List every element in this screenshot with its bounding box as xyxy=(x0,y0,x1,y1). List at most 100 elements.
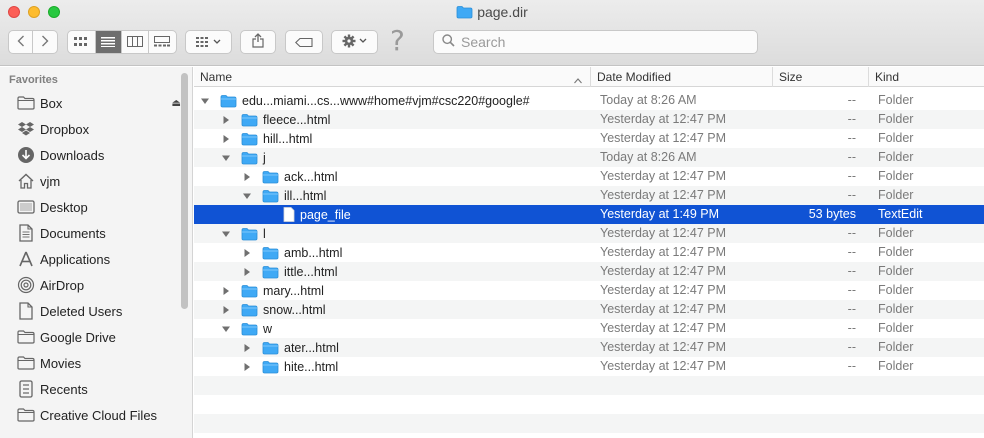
sidebar-item-google-drive[interactable]: Google Drive xyxy=(17,325,177,349)
folder-icon xyxy=(17,354,35,372)
disclosure-expanded-icon[interactable] xyxy=(221,228,231,238)
group-by-button[interactable] xyxy=(185,30,232,54)
name-cell: fleece...html xyxy=(241,110,330,129)
sidebar-item-downloads[interactable]: Downloads xyxy=(17,143,177,167)
disclosure-collapsed-icon[interactable] xyxy=(221,285,231,295)
table-row[interactable]: ill...html Yesterday at 12:47 PM -- Folder xyxy=(194,186,984,205)
file-name: mary...html xyxy=(263,283,324,298)
disclosure-collapsed-icon[interactable] xyxy=(242,266,252,276)
column-date-modified[interactable]: Date Modified xyxy=(590,67,772,87)
table-row[interactable]: fleece...html Yesterday at 12:47 PM -- Fold… xyxy=(194,110,984,129)
table-row[interactable]: w Yesterday at 12:47 PM -- Folder xyxy=(194,319,984,338)
tag-button[interactable] xyxy=(285,30,323,54)
sidebar-item-creative-cloud-files[interactable]: Creative Cloud Files xyxy=(17,403,177,427)
table-row[interactable]: ack...html Yesterday at 12:47 PM -- Folder xyxy=(194,167,984,186)
file-size: -- xyxy=(847,264,856,278)
disclosure-expanded-icon[interactable] xyxy=(200,95,210,105)
sidebar-scrollbar[interactable] xyxy=(181,73,188,309)
column-name[interactable]: Name xyxy=(194,67,590,87)
table-row[interactable]: hite...html Yesterday at 12:47 PM -- Folder xyxy=(194,357,984,376)
table-row[interactable]: mary...html Yesterday at 12:47 PM -- Folder xyxy=(194,281,984,300)
sidebar: Favorites Box ⏏ Dropbox Downloads vjm De… xyxy=(0,67,193,438)
column-kind[interactable]: Kind xyxy=(868,67,984,87)
empty-row xyxy=(194,376,984,395)
table-row[interactable]: amb...html Yesterday at 12:47 PM -- Folder xyxy=(194,243,984,262)
applications-icon xyxy=(17,250,35,268)
help-icon[interactable]: ? xyxy=(390,24,405,57)
folder-icon xyxy=(241,284,258,298)
table-row[interactable]: ater...html Yesterday at 12:47 PM -- Folder xyxy=(194,338,984,357)
gallery-view-button[interactable] xyxy=(149,31,176,53)
download-icon xyxy=(17,146,35,164)
file-name: ater...html xyxy=(284,340,339,355)
sidebar-item-deleted-users[interactable]: Deleted Users xyxy=(17,299,177,323)
table-row[interactable]: snow...html Yesterday at 12:47 PM -- Folder xyxy=(194,300,984,319)
sidebar-item-desktop[interactable]: Desktop xyxy=(17,195,177,219)
table-row[interactable]: edu...miami...cs...www#home#vjm#csc220#g… xyxy=(194,91,984,110)
disclosure-collapsed-icon[interactable] xyxy=(221,114,231,124)
file-kind: Folder xyxy=(878,112,914,126)
empty-row xyxy=(194,395,984,414)
folder-icon xyxy=(262,246,279,260)
document-icon xyxy=(17,224,35,242)
disclosure-collapsed-icon[interactable] xyxy=(242,361,252,371)
file-name: l xyxy=(263,226,266,241)
view-mode-group xyxy=(67,30,177,54)
file-name: edu...miami...cs...www#home#vjm#csc220#g… xyxy=(242,93,530,108)
disclosure-collapsed-icon[interactable] xyxy=(242,171,252,181)
file-size: -- xyxy=(847,112,856,126)
table-row[interactable]: l Yesterday at 12:47 PM -- Folder xyxy=(194,224,984,243)
sidebar-item-dropbox[interactable]: Dropbox xyxy=(17,117,177,141)
forward-button[interactable] xyxy=(33,31,57,53)
table-row[interactable]: hill...html Yesterday at 12:47 PM -- Folder xyxy=(194,129,984,148)
share-button[interactable] xyxy=(240,30,276,54)
table-row[interactable]: page_file Yesterday at 1:49 PM 53 bytes Tex… xyxy=(194,205,984,224)
sidebar-item-label: Desktop xyxy=(40,199,88,215)
document-icon xyxy=(17,302,35,320)
disclosure-collapsed-icon[interactable] xyxy=(242,247,252,257)
file-name: hite...html xyxy=(284,359,339,374)
folder-icon xyxy=(262,265,279,279)
column-size[interactable]: Size xyxy=(772,67,868,87)
sidebar-item-applications[interactable]: Applications xyxy=(17,247,177,271)
action-menu-button[interactable] xyxy=(331,30,378,54)
sidebar-item-movies[interactable]: Movies xyxy=(17,351,177,375)
disclosure-collapsed-icon[interactable] xyxy=(221,133,231,143)
date-modified: Yesterday at 12:47 PM xyxy=(600,131,727,145)
table-row[interactable]: j Today at 8:26 AM -- Folder xyxy=(194,148,984,167)
column-view-button[interactable] xyxy=(122,31,149,53)
back-icon xyxy=(17,35,25,50)
sidebar-item-label: Dropbox xyxy=(40,121,90,137)
file-kind: Folder xyxy=(878,283,914,297)
share-icon xyxy=(252,33,264,51)
disclosure-expanded-icon[interactable] xyxy=(221,323,231,333)
sidebar-item-box[interactable]: Box ⏏ xyxy=(17,91,181,115)
disclosure-collapsed-icon[interactable] xyxy=(242,342,252,352)
sidebar-item-documents[interactable]: Documents xyxy=(17,221,177,245)
search-input[interactable] xyxy=(461,34,741,50)
sidebar-item-label: Downloads xyxy=(40,147,105,163)
file-kind: Folder xyxy=(878,340,914,354)
date-modified: Yesterday at 12:47 PM xyxy=(600,226,727,240)
file-size: -- xyxy=(847,359,856,373)
sidebar-item-vjm[interactable]: vjm xyxy=(17,169,177,193)
disclosure-collapsed-icon[interactable] xyxy=(221,304,231,314)
disclosure-expanded-icon[interactable] xyxy=(221,152,231,162)
sidebar-item-airdrop[interactable]: AirDrop xyxy=(17,273,177,297)
nav-button-group xyxy=(8,30,58,54)
search-field[interactable] xyxy=(433,30,758,54)
name-cell: hill...html xyxy=(241,129,312,148)
back-button[interactable] xyxy=(9,31,34,53)
disclosure-expanded-icon[interactable] xyxy=(242,190,252,200)
file-size: -- xyxy=(847,340,856,354)
table-row[interactable]: ittle...html Yesterday at 12:47 PM -- Folde… xyxy=(194,262,984,281)
list-view-button[interactable] xyxy=(95,31,123,53)
name-cell: snow...html xyxy=(241,300,326,319)
date-modified: Yesterday at 1:49 PM xyxy=(600,207,720,221)
file-icon xyxy=(283,207,295,222)
sidebar-item-recents[interactable]: Recents xyxy=(17,377,177,401)
folder-icon xyxy=(456,5,473,22)
folder-icon xyxy=(241,113,258,127)
icon-view-button[interactable] xyxy=(68,31,96,53)
eject-icon[interactable]: ⏏ xyxy=(172,98,181,109)
